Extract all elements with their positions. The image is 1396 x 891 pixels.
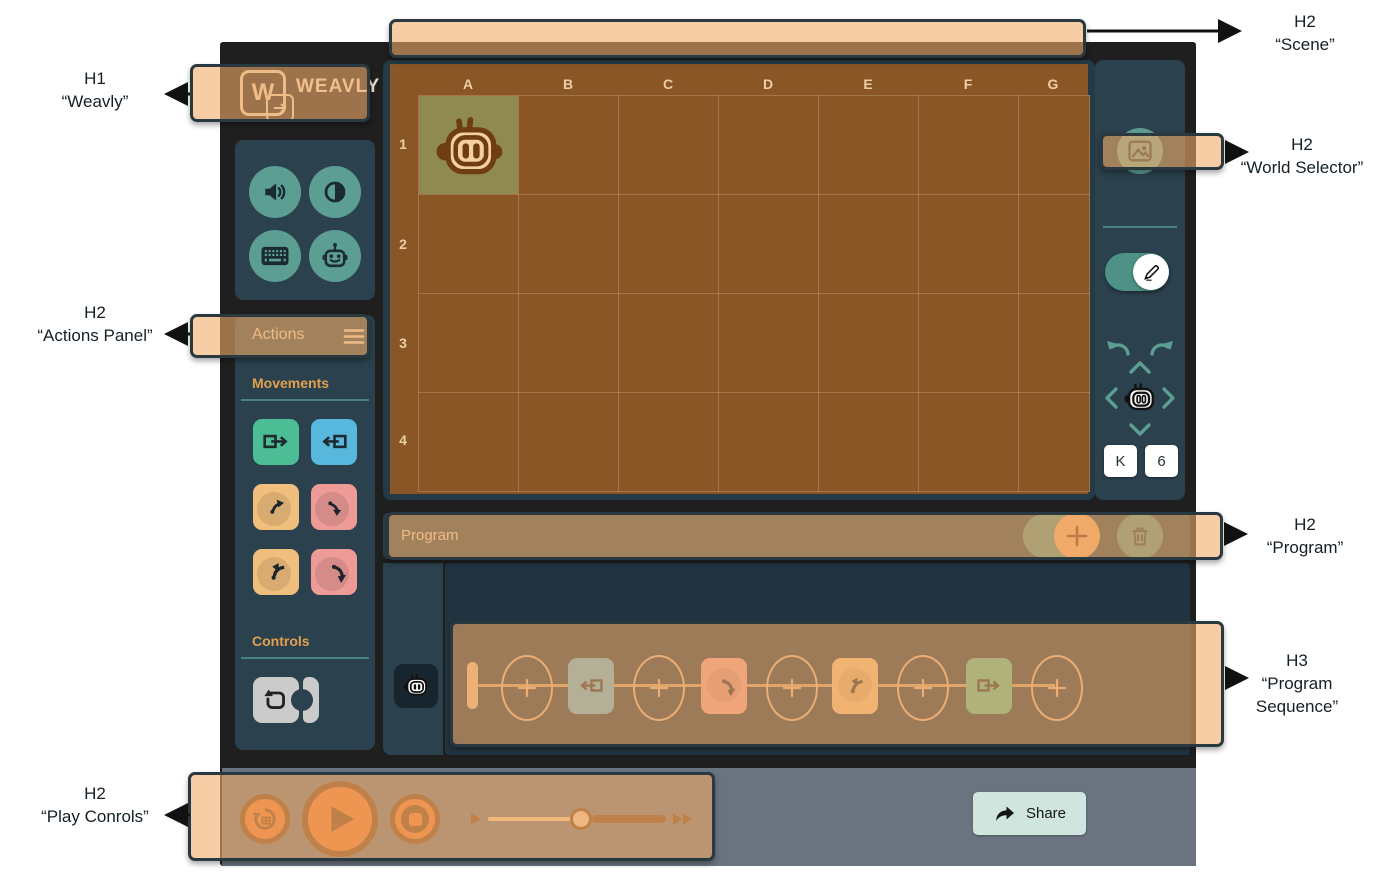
loop-control-block[interactable] bbox=[253, 677, 319, 723]
volume-icon bbox=[262, 179, 288, 205]
annotation-world-selector: H2 “World Selector” bbox=[1212, 134, 1392, 180]
highlight-program bbox=[386, 512, 1223, 560]
annotation-level: H2 bbox=[1245, 514, 1365, 537]
annotation-text: “Play Conrols” bbox=[5, 806, 185, 829]
share-label: Share bbox=[1026, 805, 1066, 822]
column-header: E bbox=[818, 76, 918, 92]
annotation-text: “Program Sequence” bbox=[1238, 673, 1356, 719]
annotation-level: H3 bbox=[1238, 650, 1356, 673]
keyboard-icon bbox=[261, 246, 289, 266]
right-chevron-button[interactable] bbox=[1161, 386, 1176, 410]
character-tab-rail bbox=[383, 563, 443, 755]
share-icon bbox=[993, 802, 1017, 826]
annotation-program: H2 “Program” bbox=[1245, 514, 1365, 560]
annotation-scene: H2 “Scene” bbox=[1245, 11, 1365, 57]
divider bbox=[1103, 226, 1177, 228]
button-shade bbox=[315, 492, 349, 526]
annotation-text: “Weavly” bbox=[20, 91, 170, 114]
down-chevron-button[interactable] bbox=[1128, 422, 1152, 437]
highlight-world-selector bbox=[1100, 133, 1224, 170]
loop-icon bbox=[262, 687, 290, 713]
character-draw-toggle[interactable] bbox=[1105, 253, 1169, 291]
annotation-play-controls: H2 “Play Conrols” bbox=[5, 783, 185, 829]
dpad-robot-icon bbox=[1121, 379, 1159, 417]
robot-mode-button[interactable] bbox=[309, 230, 361, 282]
toggle-knob bbox=[1133, 254, 1169, 290]
column-coordinate-value: K bbox=[1115, 453, 1125, 470]
annotation-level: H2 bbox=[1212, 134, 1392, 157]
contrast-icon bbox=[322, 179, 348, 205]
annotation-level: H1 bbox=[20, 68, 170, 91]
keyboard-button[interactable] bbox=[249, 230, 301, 282]
highlight-play-controls bbox=[188, 772, 715, 861]
annotation-level: H2 bbox=[1245, 11, 1365, 34]
volume-button[interactable] bbox=[249, 166, 301, 218]
forward-button[interactable] bbox=[253, 419, 299, 465]
turn-left-90-button[interactable] bbox=[253, 549, 299, 595]
row-header: 1 bbox=[392, 136, 414, 152]
row-header: 3 bbox=[392, 335, 414, 351]
annotation-program-sequence: H3 “Program Sequence” bbox=[1238, 650, 1356, 719]
turn-left-45-button[interactable] bbox=[253, 484, 299, 530]
sidebar-icon-panel bbox=[235, 140, 375, 300]
row-coordinate-value: 6 bbox=[1157, 453, 1165, 470]
highlight-program-sequence bbox=[450, 621, 1224, 747]
turn-left-arrow-button[interactable] bbox=[1103, 338, 1131, 360]
annotation-level: H2 bbox=[5, 783, 185, 806]
annotation-actions-panel: H2 “Actions Panel” bbox=[5, 302, 185, 348]
highlight-actions-panel bbox=[190, 314, 370, 358]
annotation-text: “Program” bbox=[1245, 537, 1365, 560]
highlight-scene bbox=[389, 19, 1086, 58]
contrast-button[interactable] bbox=[309, 166, 361, 218]
annotated-screenshot: W WEAVLY bbox=[0, 0, 1396, 891]
highlight-weavly bbox=[190, 64, 370, 122]
row-coordinate-input[interactable]: 6 bbox=[1145, 445, 1178, 477]
loop-bracket-notch bbox=[291, 689, 313, 711]
button-shade bbox=[257, 492, 291, 526]
annotation-text: “World Selector” bbox=[1212, 157, 1392, 180]
left-chevron-button[interactable] bbox=[1104, 386, 1119, 410]
backward-icon bbox=[320, 429, 348, 455]
annotation-weavly: H1 “Weavly” bbox=[20, 68, 170, 114]
robot-icon bbox=[320, 241, 350, 271]
scene-world: A B C D E F G 1 2 3 4 bbox=[390, 64, 1088, 494]
divider bbox=[241, 657, 369, 659]
row-header: 4 bbox=[392, 432, 414, 448]
column-header: G bbox=[1018, 76, 1088, 92]
column-header: D bbox=[718, 76, 818, 92]
column-header: F bbox=[918, 76, 1018, 92]
column-coordinate-input[interactable]: K bbox=[1104, 445, 1137, 477]
tab-robot-icon bbox=[401, 671, 431, 701]
scene-robot-icon[interactable] bbox=[431, 108, 507, 184]
movements-section-title: Movements bbox=[252, 375, 329, 391]
annotation-text: “Scene” bbox=[1245, 34, 1365, 57]
button-shade bbox=[257, 557, 291, 591]
annotation-level: H2 bbox=[5, 302, 185, 325]
character-tab[interactable] bbox=[394, 664, 438, 708]
button-shade bbox=[315, 557, 349, 591]
loop-bracket bbox=[303, 677, 319, 723]
controls-section-title: Controls bbox=[252, 633, 310, 649]
share-button[interactable]: Share bbox=[973, 792, 1086, 835]
divider bbox=[241, 399, 369, 401]
row-header: 2 bbox=[392, 236, 414, 252]
turn-right-45-button[interactable] bbox=[311, 484, 357, 530]
backward-button[interactable] bbox=[311, 419, 357, 465]
forward-icon bbox=[262, 429, 290, 455]
world-panel: K 6 bbox=[1095, 60, 1185, 500]
column-header: C bbox=[618, 76, 718, 92]
pencil-icon bbox=[1141, 262, 1162, 283]
turn-right-90-button[interactable] bbox=[311, 549, 357, 595]
scene-grid[interactable] bbox=[418, 95, 1090, 492]
up-chevron-button[interactable] bbox=[1128, 360, 1152, 375]
turn-right-arrow-button[interactable] bbox=[1149, 338, 1177, 360]
annotation-text: “Actions Panel” bbox=[5, 325, 185, 348]
column-header: A bbox=[418, 76, 518, 92]
actions-panel: Actions Movements bbox=[235, 315, 375, 750]
column-header: B bbox=[518, 76, 618, 92]
scene-panel: A B C D E F G 1 2 3 4 bbox=[383, 60, 1095, 500]
